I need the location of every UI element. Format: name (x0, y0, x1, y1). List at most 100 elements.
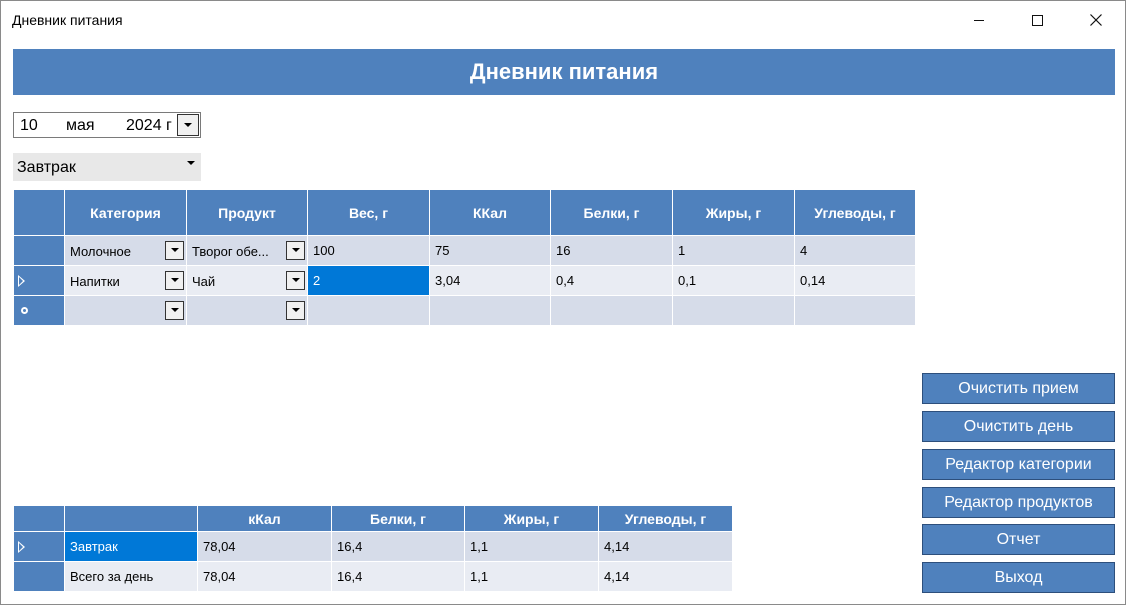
title-bar: Дневник питания (1, 1, 1125, 39)
protein-cell[interactable]: 16 (550, 235, 673, 266)
chevron-down-icon (187, 161, 195, 165)
table-row-new[interactable] (13, 295, 916, 326)
protein-cell[interactable] (550, 295, 673, 326)
chevron-down-icon (170, 308, 179, 312)
carbs-cell[interactable] (794, 295, 916, 326)
date-day[interactable]: 10 (20, 117, 38, 135)
row-header-current[interactable] (13, 265, 65, 296)
clear-day-button[interactable]: Очистить день (922, 411, 1115, 442)
product-dropdown-button[interactable] (286, 270, 305, 290)
carbs-cell[interactable]: 0,14 (794, 265, 916, 296)
table-row[interactable]: Напитки Чай 2 3,04 0,4 0,1 0,14 (13, 265, 916, 296)
column-header-weight[interactable]: Вес, г (307, 189, 430, 236)
fat-cell[interactable]: 1,1 (464, 561, 599, 592)
chevron-down-icon (184, 123, 192, 127)
product-cell[interactable]: Чай (186, 265, 308, 296)
column-header-category[interactable]: Категория (64, 189, 187, 236)
protein-cell[interactable]: 0,4 (550, 265, 673, 296)
column-header-product[interactable]: Продукт (186, 189, 308, 236)
meal-select-value: Завтрак (17, 159, 76, 176)
report-button[interactable]: Отчет (922, 524, 1115, 555)
date-dropdown-button[interactable] (177, 114, 199, 136)
fat-cell[interactable]: 1,1 (464, 531, 599, 562)
fat-cell[interactable]: 0,1 (672, 265, 795, 296)
row-header[interactable] (13, 561, 65, 592)
row-header-new[interactable] (13, 295, 65, 326)
weight-cell[interactable]: 100 (307, 235, 430, 266)
product-value: Творог обе... (192, 243, 269, 259)
category-dropdown-button[interactable] (165, 300, 184, 320)
chevron-down-icon (291, 308, 300, 312)
table-row[interactable]: Молочное Творог обе... 100 75 16 1 4 (13, 235, 916, 266)
kcal-cell[interactable] (429, 295, 551, 326)
chevron-down-icon (291, 248, 300, 252)
category-cell[interactable]: Напитки (64, 265, 187, 296)
column-header-protein[interactable]: Белки, г (331, 505, 465, 532)
table-row[interactable]: Завтрак 78,04 16,4 1,1 4,14 (13, 531, 733, 562)
table-row[interactable]: Всего за день 78,04 16,4 1,1 4,14 (13, 561, 733, 592)
product-value: Чай (192, 273, 216, 289)
minimize-icon (974, 19, 984, 21)
new-row-icon (21, 307, 28, 314)
column-header-carbs[interactable]: Углеводы, г (794, 189, 916, 236)
row-header[interactable] (13, 235, 65, 266)
current-row-icon (18, 275, 25, 287)
column-header-fat[interactable]: Жиры, г (672, 189, 795, 236)
kcal-cell[interactable]: 78,04 (197, 561, 332, 592)
column-header-fat[interactable]: Жиры, г (464, 505, 599, 532)
category-dropdown-button[interactable] (165, 270, 184, 290)
kcal-cell[interactable]: 3,04 (429, 265, 551, 296)
product-cell[interactable] (186, 295, 308, 326)
chevron-down-icon (170, 278, 179, 282)
category-editor-button[interactable]: Редактор категории (922, 449, 1115, 480)
column-header-meal[interactable] (64, 505, 198, 532)
category-dropdown-button[interactable] (165, 240, 184, 260)
summary-table[interactable]: кКал Белки, г Жиры, г Углеводы, г Завтра… (13, 505, 733, 592)
row-header-current[interactable] (13, 531, 65, 562)
product-cell[interactable]: Творог обе... (186, 235, 308, 266)
meal-label-cell-selected[interactable]: Завтрак (64, 531, 198, 562)
category-value: Напитки (70, 273, 120, 289)
column-header-carbs[interactable]: Углеводы, г (598, 505, 733, 532)
weight-cell[interactable] (307, 295, 430, 326)
chevron-down-icon (170, 248, 179, 252)
date-year[interactable]: 2024 г (126, 117, 172, 135)
entries-table[interactable]: Категория Продукт Вес, г ККал Белки, г Ж… (13, 189, 916, 326)
column-header-protein[interactable]: Белки, г (550, 189, 673, 236)
fat-cell[interactable] (672, 295, 795, 326)
fat-cell[interactable]: 1 (672, 235, 795, 266)
weight-cell-selected[interactable]: 2 (307, 265, 430, 296)
category-cell[interactable] (64, 295, 187, 326)
app-window: Дневник питания Дневник питания 10 мая 2… (0, 0, 1126, 605)
carbs-cell[interactable]: 4,14 (598, 561, 733, 592)
chevron-down-icon (291, 278, 300, 282)
row-header-corner (13, 189, 65, 236)
column-header-kcal[interactable]: ККал (429, 189, 551, 236)
product-editor-button[interactable]: Редактор продуктов (922, 487, 1115, 518)
kcal-cell[interactable]: 75 (429, 235, 551, 266)
window-title: Дневник питания (12, 12, 123, 28)
column-header-kcal[interactable]: кКал (197, 505, 332, 532)
row-header-corner (13, 505, 65, 532)
date-picker[interactable]: 10 мая 2024 г (13, 112, 201, 138)
exit-button[interactable]: Выход (922, 562, 1115, 593)
clear-meal-button[interactable]: Очистить прием (922, 373, 1115, 404)
category-value: Молочное (70, 243, 132, 259)
protein-cell[interactable]: 16,4 (331, 561, 465, 592)
carbs-cell[interactable]: 4,14 (598, 531, 733, 562)
current-row-icon (18, 541, 25, 553)
close-button[interactable] (1067, 1, 1125, 39)
meal-label-cell[interactable]: Всего за день (64, 561, 198, 592)
meal-select[interactable]: Завтрак (13, 153, 201, 181)
protein-cell[interactable]: 16,4 (331, 531, 465, 562)
product-dropdown-button[interactable] (286, 240, 305, 260)
kcal-cell[interactable]: 78,04 (197, 531, 332, 562)
close-icon (1090, 14, 1102, 26)
date-month[interactable]: мая (66, 117, 95, 135)
maximize-button[interactable] (1008, 1, 1066, 39)
page-title: Дневник питания (13, 49, 1115, 95)
product-dropdown-button[interactable] (286, 300, 305, 320)
category-cell[interactable]: Молочное (64, 235, 187, 266)
minimize-button[interactable] (950, 1, 1008, 39)
carbs-cell[interactable]: 4 (794, 235, 916, 266)
